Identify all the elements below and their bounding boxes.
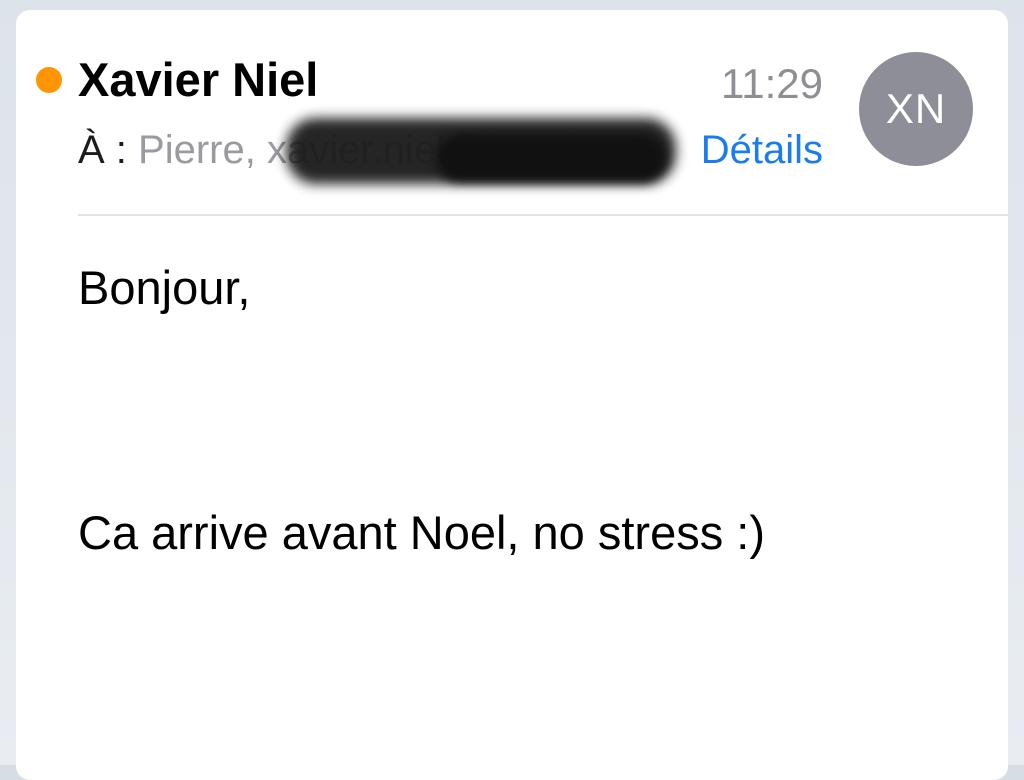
message-body-text: Ca arrive avant Noel, no stress :)	[78, 506, 765, 559]
received-time: 11:29	[721, 60, 823, 107]
redaction-scribble-overlay	[436, 134, 666, 182]
to-label: À :	[78, 128, 127, 172]
sender-name[interactable]: Xavier Niel	[78, 52, 318, 107]
sender-avatar[interactable]: XN	[859, 52, 973, 166]
header-divider	[78, 214, 1008, 216]
avatar-initials: XN	[885, 85, 947, 132]
message-greeting: Bonjour,	[78, 261, 251, 314]
details-link[interactable]: Détails	[696, 128, 823, 173]
unread-dot-icon	[36, 67, 62, 93]
email-message-card: Xavier Niel 11:29 À : Pierre, xavier.nie…	[16, 10, 1008, 780]
